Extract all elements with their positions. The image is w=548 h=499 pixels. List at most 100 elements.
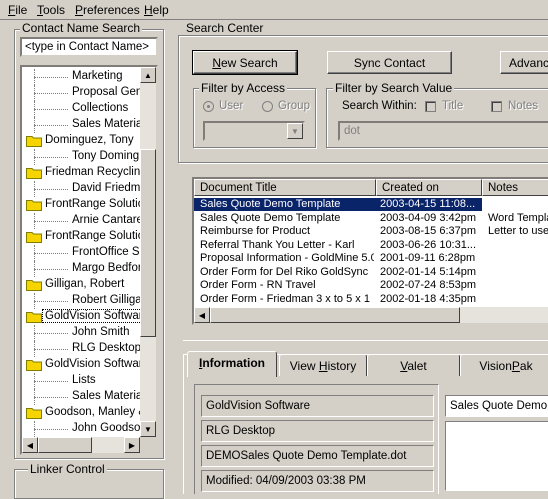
tree-line (34, 93, 68, 94)
tree-leaf-node[interactable]: Proposal Gene (22, 85, 149, 101)
tree-node-label: John Goodson (72, 422, 147, 434)
tree-folder-node[interactable]: Friedman Recycling (22, 165, 147, 181)
document-row[interactable]: Order Form - RN Travel 2002-07-24 8:53pm (194, 279, 548, 292)
document-row[interactable]: Proposal Information - GoldMine 5.0 2001-… (194, 252, 548, 265)
notes-checkbox-label: Notes (508, 100, 539, 112)
tree-hscrollbar[interactable]: ◀ ▶ (22, 437, 156, 453)
tab-visionpak[interactable]: VisionPak (460, 354, 548, 376)
tree-node-label: FrontRange Solution (45, 198, 151, 210)
menu-tools[interactable]: Tools (37, 3, 65, 17)
cell-created: 2003-04-15 11:08... (380, 198, 476, 210)
group-radio[interactable] (262, 101, 273, 112)
search-value-input[interactable]: dot (338, 121, 548, 141)
tree-folder-node[interactable]: FrontRange Solution (22, 197, 150, 213)
document-row[interactable]: Order Form for Del Riko GoldSync 2002-01-… (194, 266, 548, 279)
tree-node-label: Margo Bedford (72, 262, 149, 274)
tree-leaf-node[interactable]: Sales Material (22, 117, 145, 133)
tree-leaf-node[interactable]: Sales Material (22, 389, 145, 405)
tree-node-label: FrontRange Solution (45, 230, 151, 242)
scroll-down-icon[interactable]: ▼ (140, 421, 156, 437)
chevron-down-icon[interactable]: ▼ (287, 123, 303, 139)
document-row[interactable]: Sales Quote Demo Template 2003-04-15 11:0… (194, 198, 482, 211)
tree-line (34, 333, 68, 334)
tree-leaf-node[interactable]: Robert Gilligan (22, 293, 148, 309)
tree-folder-node[interactable]: FrontRange Solution (22, 229, 150, 245)
tree-node-label: GoldVision Software (45, 358, 149, 370)
hscroll-thumb[interactable] (38, 437, 92, 453)
tab-view-history[interactable]: View History (279, 354, 367, 376)
tree-leaf-node[interactable]: Tony Doming (22, 149, 140, 165)
tree-line (34, 381, 68, 382)
document-row[interactable]: Sales Quote Demo Template 2003-04-09 3:42… (194, 212, 548, 225)
tree-folder-node[interactable]: Gilligan, Robert (22, 277, 140, 293)
contact-name-input[interactable]: <type in Contact Name> (20, 37, 158, 57)
tab-information[interactable]: Information (187, 351, 277, 377)
tree-leaf-node[interactable]: RLG Desktop (22, 341, 142, 357)
company-field: GoldVision Software (201, 395, 434, 417)
preview-title-field: Sales Quote Demo Te (445, 395, 548, 417)
list-scroll-left-icon[interactable]: ◀ (194, 307, 210, 323)
contact-tree[interactable]: Marketing Proposal Gene Collections Sales M… (20, 65, 158, 455)
col-header-created[interactable]: Created on (376, 179, 482, 196)
document-row[interactable]: Reimburse for Product 2003-08-15 6:37pm Le… (194, 225, 548, 238)
scroll-up-icon[interactable]: ▲ (140, 67, 156, 83)
user-radio[interactable] (203, 101, 214, 112)
tree-node-label: Proposal Gene (72, 86, 149, 98)
tree-leaf-node[interactable]: John Smith (22, 325, 140, 341)
cell-title: Sales Quote Demo Template (200, 211, 341, 224)
document-row[interactable]: Referral Thank You Letter - Karl 2003-06-… (194, 239, 548, 252)
tree-leaf-node[interactable]: David Friedma (22, 181, 147, 197)
menu-preferences[interactable]: Preferences (75, 3, 140, 17)
tree-line (34, 397, 68, 398)
cell-title: Sales Quote Demo Template (200, 198, 341, 210)
sync-contact-button[interactable]: Sync Contact (327, 51, 452, 74)
document-row[interactable]: Order Form - Friedman 3 x to 5 x 1 2002-0… (194, 293, 548, 306)
tree-line (34, 301, 68, 302)
tree-leaf-node[interactable]: FrontOffice Su (22, 245, 146, 261)
list-hscrollbar[interactable]: ◀ (194, 307, 548, 323)
menu-file[interactable]: File (8, 3, 27, 17)
folder-icon (26, 231, 42, 243)
col-header-notes[interactable]: Notes (482, 179, 548, 196)
advanced-button[interactable]: Advanced (500, 51, 548, 74)
document-list[interactable]: Document Title Created on Notes Sales Qu… (192, 177, 548, 325)
tree-folder-node[interactable]: Dominguez, Tony (22, 133, 140, 149)
title-checkbox-label: Title (442, 100, 464, 112)
menu-help[interactable]: Help (144, 3, 169, 17)
cell-created: 2003-04-09 3:42pm (380, 211, 477, 224)
tree-leaf-node[interactable]: Arnie Cantarer (22, 213, 147, 229)
new-search-button[interactable]: New Search (192, 50, 298, 75)
tree-leaf-node[interactable]: Marketing (22, 69, 140, 85)
cell-title: Order Form for Del Riko GoldSync (200, 265, 369, 278)
tree-folder-node[interactable]: Goodson, Manley & (22, 405, 146, 421)
scroll-thumb[interactable] (140, 149, 156, 337)
tree-line (34, 77, 68, 78)
tree-line (34, 253, 68, 254)
tree-vscrollbar[interactable]: ▲ ▼ (140, 67, 156, 437)
title-checkbox[interactable] (425, 101, 436, 112)
cell-created: 2002-01-18 4:35pm (380, 292, 477, 305)
list-hscroll-thumb[interactable] (210, 307, 460, 323)
col-header-title[interactable]: Document Title (194, 179, 376, 196)
tree-leaf-node[interactable]: John Goodson (22, 421, 147, 437)
folder-icon (26, 167, 42, 179)
menu-bar: File Tools Preferences Help (0, 0, 548, 20)
linker-control-title: Linker Control (28, 462, 107, 476)
tree-node-label: Lists (72, 374, 96, 386)
tab-valet[interactable]: Valet (367, 354, 460, 376)
tree-leaf-node[interactable]: Lists (22, 373, 140, 389)
tree-node-label: RLG Desktop (72, 342, 142, 354)
scroll-right-icon[interactable]: ▶ (124, 437, 140, 453)
cell-created: 2003-08-15 6:37pm (380, 225, 477, 237)
scroll-left-icon[interactable]: ◀ (22, 437, 38, 453)
tree-node-label: David Friedma (72, 182, 147, 194)
preview-area (445, 421, 548, 491)
cell-created: 2001-09-11 6:28pm (380, 252, 476, 264)
file-field: DEMOSales Quote Demo Template.dot (201, 445, 434, 467)
access-dropdown[interactable]: ▼ (203, 121, 305, 141)
tree-leaf-node[interactable]: Collections (22, 101, 140, 117)
tree-folder-node[interactable]: GoldVision Software (22, 309, 152, 325)
notes-checkbox[interactable] (491, 101, 502, 112)
tree-folder-node[interactable]: GoldVision Software (22, 357, 149, 373)
tree-leaf-node[interactable]: Margo Bedford (22, 261, 148, 277)
